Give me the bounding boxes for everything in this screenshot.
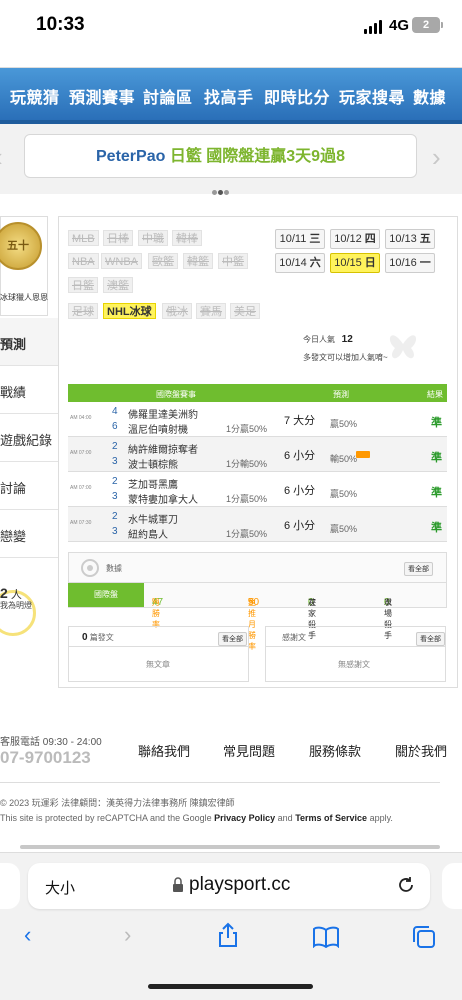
thanks-empty: 無感謝文 [338, 660, 370, 669]
nav-item-guess[interactable]: 玩競猜 [10, 84, 60, 108]
side-menu-change[interactable]: 戀變 [0, 510, 58, 558]
network-type: 4G [389, 17, 410, 34]
sport-tag-wnba[interactable]: WNBA [101, 253, 142, 269]
side-menu-record[interactable]: 戰績 [0, 366, 58, 414]
nav-item-predict[interactable]: 預測賽事 [69, 84, 135, 108]
table-row[interactable]: AM 07:00 2 納許維爾掠奪者 3 波士頓棕熊 1分輸50% 6 小分 輸… [68, 437, 447, 472]
stats-see-all-button[interactable]: 看全部 [404, 562, 433, 576]
date-button[interactable]: 10/12 四 [330, 229, 380, 249]
banner-name: PeterPao [96, 148, 166, 165]
sport-tag-kr-basketball[interactable]: 韓籃 [183, 253, 213, 269]
nav-item-player-search[interactable]: 玩家搜尋 [339, 84, 405, 108]
sport-tag-au-basketball[interactable]: 澳籃 [103, 277, 133, 293]
service-phone[interactable]: 07-9700123 [0, 748, 91, 768]
nav-item-forum[interactable]: 討論區 [143, 84, 193, 108]
user-name: 冰球獵人恩恩 [0, 293, 48, 302]
sport-tag-us-football[interactable]: 美足 [230, 303, 260, 319]
stats-title: 數據 [106, 564, 122, 573]
side-menu-discuss[interactable]: 討論 [0, 462, 58, 510]
thanks-label: 感謝文 [282, 633, 306, 642]
avatar-text: 五十 [7, 240, 29, 252]
banner-card[interactable]: PeterPao 日籃 國際盤連贏3天9過8 [24, 134, 417, 178]
text-size-button[interactable]: 大小 [45, 877, 75, 898]
side-menu-predict[interactable]: 預測 [0, 318, 58, 366]
likes-text: 我為明燈 [0, 601, 32, 610]
url-text[interactable]: playsport.cc [189, 874, 290, 896]
sport-tag-horse[interactable]: 賽馬 [196, 303, 226, 319]
next-tab-edge[interactable] [442, 863, 462, 909]
posts-empty: 無文章 [146, 660, 170, 669]
battery-icon: 2 [412, 17, 440, 33]
sport-tag-nba[interactable]: NBA [68, 253, 99, 269]
sport-tag-cn-basketball[interactable]: 中籃 [218, 253, 248, 269]
share-icon[interactable] [217, 922, 239, 948]
sport-tag-nhl[interactable]: NHL冰球 [103, 303, 156, 319]
table-row[interactable]: AM 07:30 2 水牛城軍刀 3 紐約島人 1分贏50% 6 小分 贏50%… [68, 507, 447, 542]
tabs-icon[interactable] [411, 924, 437, 950]
lock-icon [173, 877, 183, 892]
stats-tab[interactable]: 國際盤 [68, 583, 144, 607]
target-icon [81, 559, 99, 577]
nav-item-experts[interactable]: 找高手 [204, 84, 254, 108]
date-button[interactable]: 10/11 三 [275, 229, 325, 249]
scroll-indicator [20, 845, 440, 849]
banner-dots [212, 182, 230, 200]
signal-icon [364, 20, 384, 34]
top-strip [0, 52, 462, 68]
sport-tag-ru-hockey[interactable]: 俄冰 [162, 303, 192, 319]
footer-link-about[interactable]: 關於我們 [395, 741, 447, 760]
popularity-hint: 多發文可以增加人氣唷~ [303, 353, 388, 362]
table-row[interactable]: AM 07:00 2 芝加哥黑鷹 3 蒙特婁加拿大人 1分贏50% 6 小分 贏… [68, 472, 447, 507]
date-button[interactable]: 10/14 六 [275, 253, 325, 273]
reload-icon[interactable] [396, 875, 416, 895]
recaptcha-note: This site is protected by reCAPTCHA and … [0, 813, 393, 823]
date-button-selected[interactable]: 10/15 日 [330, 253, 380, 273]
sport-tag-jp-baseball[interactable]: 日棒 [103, 230, 133, 246]
butterfly-icon [389, 335, 417, 359]
forward-icon[interactable]: › [124, 922, 131, 948]
battery-cap [441, 22, 443, 28]
banner-text: 日籃 國際盤連贏3天9過8 [169, 148, 345, 165]
posts-see-all-button[interactable]: 看全部 [218, 632, 247, 646]
nav-item-data[interactable]: 數據 [413, 84, 446, 108]
footer-link-contact[interactable]: 聯絡我們 [138, 741, 190, 760]
banner-next-icon[interactable]: › [432, 142, 441, 173]
hot-badge-icon [356, 451, 370, 458]
service-hours: 客服電話 09:30 - 24:00 [0, 737, 102, 748]
date-button[interactable]: 10/13 五 [385, 229, 435, 249]
status-time: 10:33 [36, 14, 85, 35]
main-nav: 玩競猜 預測賽事 討論區 找高手 即時比分 玩家搜尋 數據 [0, 68, 462, 124]
popularity: 今日人氣 12 [303, 334, 353, 345]
banner-prev-icon[interactable]: ‹ [0, 142, 3, 173]
side-menu-game-log[interactable]: 遊戲紀錄 [0, 414, 58, 462]
copyright: © 2023 玩運彩 法律顧問：漢英得力法律事務所 陳鎮宏律師 [0, 798, 235, 808]
footer-link-faq[interactable]: 常見問題 [223, 741, 275, 760]
footer-link-terms[interactable]: 服務條款 [309, 741, 361, 760]
sport-tag-kr-baseball[interactable]: 韓棒 [172, 230, 202, 246]
table-row[interactable]: AM 04:00 4 佛羅里達美洲豹 6 溫尼伯噴射機 1分贏50% 7 大分 … [68, 402, 447, 437]
sport-tag-soccer[interactable]: 足球 [68, 303, 98, 319]
sport-tag-jp-basketball[interactable]: 日籃 [68, 277, 98, 293]
sport-tag-eu-basketball[interactable]: 歐籃 [148, 253, 178, 269]
table-header: 國際盤賽事 預測 結果 [68, 384, 447, 402]
nav-item-livescore[interactable]: 即時比分 [264, 84, 330, 108]
posts-count: 0 篇發文 [82, 632, 114, 643]
thanks-see-all-button[interactable]: 看全部 [416, 632, 445, 646]
sport-tag-mlb[interactable]: MLB [68, 230, 99, 246]
date-button[interactable]: 10/16 一 [385, 253, 435, 273]
stats-line: 國際盤 月勝率 47 % 主推月勝率 50 % 莊家殺手 0 次 單場殺手 0 … [68, 582, 447, 651]
sport-tag-cpbl[interactable]: 中職 [138, 230, 168, 246]
back-icon[interactable]: ‹ [24, 922, 31, 948]
home-indicator [148, 984, 313, 989]
prev-tab-edge[interactable] [0, 863, 20, 909]
bookmarks-icon[interactable] [312, 926, 340, 948]
